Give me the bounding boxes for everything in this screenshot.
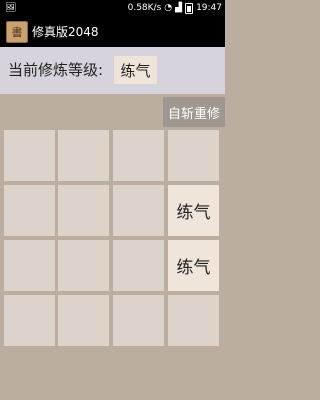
board-cell bbox=[113, 130, 164, 181]
clock: 19:47 bbox=[196, 3, 222, 13]
status-indicators: 0.58K/s ◔ ▟ 19:47 bbox=[128, 0, 222, 17]
battery-icon bbox=[185, 3, 194, 14]
board-cell bbox=[4, 130, 55, 181]
level-value: 练气 bbox=[114, 56, 157, 84]
app-title: 修真版2048 bbox=[32, 25, 99, 39]
board-cell bbox=[113, 240, 164, 291]
board-cell bbox=[168, 130, 219, 181]
wifi-icon: ◔ bbox=[164, 3, 173, 13]
signal-icon: ▟ bbox=[175, 3, 183, 13]
board-cell bbox=[113, 185, 164, 236]
board-cell bbox=[168, 295, 219, 346]
app-icon: 書 bbox=[6, 21, 28, 43]
game-board[interactable]: 练气 练气 bbox=[0, 128, 225, 350]
level-header: 当前修炼等级: 练气 bbox=[0, 47, 225, 94]
board-cell bbox=[58, 130, 109, 181]
network-speed: 0.58K/s bbox=[127, 3, 162, 13]
restart-button[interactable]: 自斩重修 bbox=[163, 97, 225, 127]
title-bar: 書 修真版2048 bbox=[0, 17, 225, 47]
level-label: 当前修炼等级: bbox=[8, 61, 104, 79]
board-cell bbox=[4, 185, 55, 236]
board-cell: 练气 bbox=[168, 240, 219, 291]
board-cell bbox=[4, 295, 55, 346]
board-cell bbox=[58, 295, 109, 346]
status-bar: 🖼 0.58K/s ◔ ▟ 19:47 bbox=[0, 0, 225, 17]
board-cell bbox=[58, 185, 109, 236]
board-cell bbox=[58, 240, 109, 291]
board-cell: 练气 bbox=[168, 185, 219, 236]
board-cell bbox=[4, 240, 55, 291]
notification-icon: 🖼 bbox=[5, 3, 17, 13]
board-cell bbox=[113, 295, 164, 346]
